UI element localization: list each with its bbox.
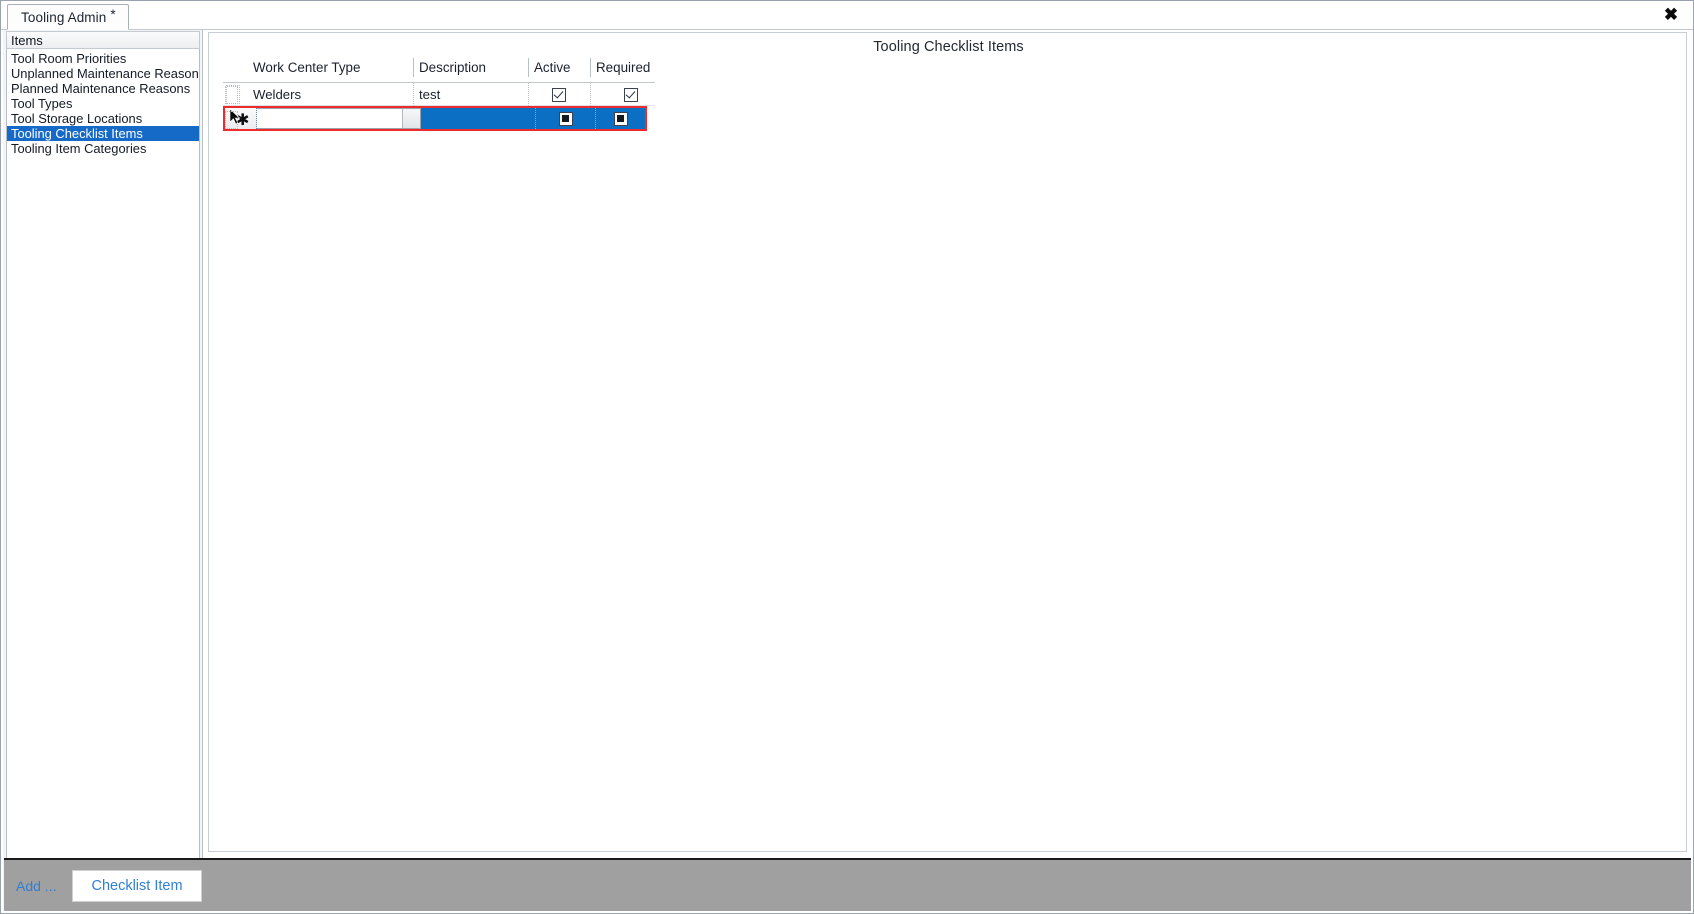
cell-divider — [528, 83, 529, 106]
row-marker — [225, 111, 238, 129]
close-icon[interactable]: ✖ — [1659, 4, 1683, 26]
cell-description[interactable]: test — [413, 83, 528, 106]
bottom-toolbar: Add ... Checklist Item — [4, 858, 1691, 911]
column-divider — [590, 58, 591, 77]
content-panel: Tooling Checklist Items Work Center Type… — [208, 32, 1687, 852]
sidebar-item-planned-maintenance-reasons[interactable]: Planned Maintenance Reasons — [7, 81, 199, 96]
column-header-required[interactable]: Required — [590, 56, 671, 82]
checkbox-required-new[interactable] — [613, 111, 628, 126]
sidebar-item-tool-storage-locations[interactable]: Tool Storage Locations — [7, 111, 199, 126]
column-divider — [413, 58, 414, 77]
page-title: Tooling Checklist Items — [873, 39, 1024, 55]
checkbox-active-new[interactable] — [558, 111, 573, 126]
checklist-items-grid: Work Center Type Description Active Requ… — [223, 56, 655, 131]
sidebar-item-tool-room-priorities[interactable]: Tool Room Priorities — [7, 51, 199, 66]
add-checklist-item-button[interactable]: Checklist Item — [72, 869, 202, 902]
sidebar-item-tool-types[interactable]: Tool Types — [7, 96, 199, 111]
checkbox-active[interactable] — [552, 87, 566, 102]
column-header-active[interactable]: Active — [528, 56, 590, 82]
column-header-active-label: Active — [534, 60, 571, 75]
table-row[interactable]: Welders test — [223, 83, 655, 106]
new-row-description-cell[interactable] — [421, 108, 536, 129]
add-label[interactable]: Add ... — [16, 878, 56, 894]
column-header-description[interactable]: Description — [413, 56, 528, 82]
new-row-active-cell[interactable] — [536, 108, 596, 129]
sidebar: Items Tool Room Priorities Unplanned Mai… — [3, 30, 203, 911]
new-row-asterisk-icon: ✱ — [236, 110, 250, 129]
main-content: Tooling Checklist Items Work Center Type… — [204, 30, 1691, 911]
grid-header-row-selector — [223, 56, 245, 82]
application-window: Tooling Admin * ✖ Items Tool Room Priori… — [0, 0, 1694, 914]
sidebar-item-tooling-checklist-items[interactable]: Tooling Checklist Items — [7, 126, 199, 141]
new-row-work-center-type-input[interactable] — [257, 109, 402, 128]
cell-divider — [413, 83, 414, 106]
sidebar-item-unplanned-maintenance-reasons[interactable]: Unplanned Maintenance Reasons — [7, 66, 199, 81]
new-row[interactable]: ✱ — [223, 106, 647, 131]
cell-active[interactable] — [528, 83, 590, 106]
cell-divider — [590, 83, 591, 106]
new-row-required-cell[interactable] — [596, 108, 645, 129]
checkbox-required[interactable] — [623, 87, 638, 102]
new-row-work-center-type-combobox[interactable] — [257, 108, 421, 129]
column-header-work-center-type[interactable]: Work Center Type — [245, 56, 413, 82]
sidebar-item-tooling-item-categories[interactable]: Tooling Item Categories — [7, 141, 199, 156]
tab-strip: Tooling Admin * ✖ — [1, 1, 1693, 30]
tab-tooling-admin[interactable]: Tooling Admin * — [7, 4, 129, 30]
tab-dirty-indicator: * — [110, 7, 116, 23]
sidebar-item-list: Tool Room Priorities Unplanned Maintenan… — [6, 49, 200, 888]
tab-label: Tooling Admin — [21, 9, 107, 25]
column-header-required-label: Required — [596, 60, 651, 75]
row-marker — [225, 86, 238, 104]
chevron-down-icon[interactable] — [402, 109, 420, 128]
sidebar-header: Items — [6, 31, 200, 49]
cell-required[interactable] — [590, 83, 671, 106]
cell-work-center-type[interactable]: Welders — [245, 83, 413, 106]
grid-header-row: Work Center Type Description Active Requ… — [223, 56, 655, 83]
column-header-description-label: Description — [419, 60, 486, 75]
cell-description-text: test — [419, 87, 441, 102]
column-divider — [528, 58, 529, 77]
